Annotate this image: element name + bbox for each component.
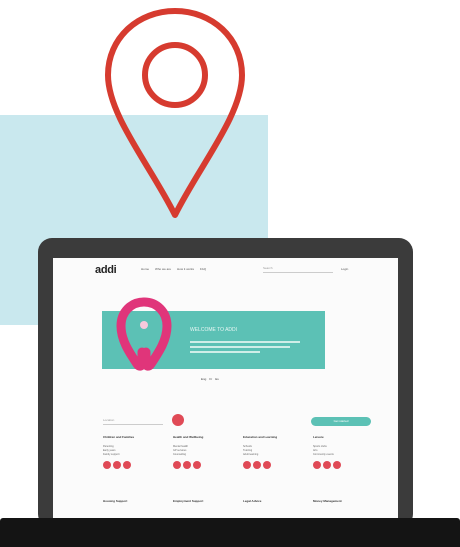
- search-button[interactable]: [172, 414, 184, 426]
- category-column: Leisure Sports clubs Arts Community even…: [313, 435, 371, 469]
- category-link[interactable]: Community events: [313, 453, 371, 457]
- category-icons: [243, 461, 301, 469]
- nav-item[interactable]: FAQ: [200, 267, 206, 271]
- hero-text-placeholder: [190, 341, 310, 353]
- addi-pin-logo: [116, 297, 172, 371]
- category-heading[interactable]: Children and Families: [103, 435, 161, 439]
- language-switcher: Eng Fr Es: [201, 377, 219, 381]
- site-search-input[interactable]: Search: [263, 266, 333, 273]
- site-header: addi Home Who we are How it works FAQ Se…: [53, 258, 398, 282]
- category-dot-icon: [253, 461, 261, 469]
- category-heading[interactable]: Health and Wellbeing: [173, 435, 231, 439]
- lang-option[interactable]: Eng: [201, 377, 206, 381]
- hero-title: WELCOME TO ADDI: [190, 327, 238, 333]
- login-link[interactable]: Login: [341, 267, 348, 271]
- category-dot-icon: [313, 461, 321, 469]
- category-dot-icon: [263, 461, 271, 469]
- category-heading[interactable]: Employment Support: [173, 499, 203, 503]
- map-pin-icon: [105, 8, 245, 218]
- lang-option[interactable]: Es: [215, 377, 219, 381]
- category-dot-icon: [103, 461, 111, 469]
- category-heading[interactable]: Legal Advice: [243, 499, 261, 503]
- category-heading[interactable]: Education and Learning: [243, 435, 301, 439]
- nav-item[interactable]: How it works: [177, 267, 194, 271]
- category-link[interactable]: Family support: [103, 453, 161, 457]
- get-started-button[interactable]: Get started: [311, 417, 371, 426]
- site-logo[interactable]: addi: [95, 264, 117, 276]
- category-column: Education and Learning Schools Tutoring …: [243, 435, 301, 469]
- category-link[interactable]: Adult learning: [243, 453, 301, 457]
- category-icons: [173, 461, 231, 469]
- site-nav: Home Who we are How it works FAQ: [141, 267, 206, 271]
- location-input[interactable]: Location: [103, 418, 163, 425]
- category-column: Health and Wellbeing Mental health GP se…: [173, 435, 231, 469]
- category-dot-icon: [333, 461, 341, 469]
- category-icons: [313, 461, 371, 469]
- category-heading[interactable]: Money Management: [313, 499, 342, 503]
- category-heading[interactable]: Leisure: [313, 435, 371, 439]
- category-dot-icon: [183, 461, 191, 469]
- lang-option[interactable]: Fr: [209, 377, 212, 381]
- nav-item[interactable]: Home: [141, 267, 149, 271]
- nav-item[interactable]: Who we are: [155, 267, 171, 271]
- category-dot-icon: [113, 461, 121, 469]
- category-dot-icon: [173, 461, 181, 469]
- category-dot-icon: [193, 461, 201, 469]
- category-dot-icon: [243, 461, 251, 469]
- category-icons: [103, 461, 161, 469]
- category-dot-icon: [123, 461, 131, 469]
- laptop-base: [0, 518, 460, 547]
- category-column: Children and Families Parenting Early ye…: [103, 435, 161, 469]
- category-dot-icon: [323, 461, 331, 469]
- category-link[interactable]: Counselling: [173, 453, 231, 457]
- laptop-screen: addi Home Who we are How it works FAQ Se…: [53, 258, 398, 522]
- category-heading[interactable]: Housing Support: [103, 499, 127, 503]
